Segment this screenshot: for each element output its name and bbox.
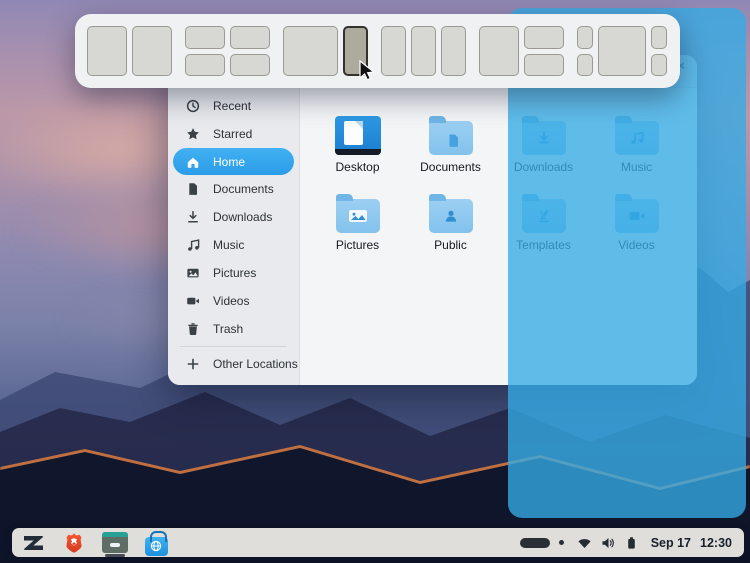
sidebar-item-other-locations[interactable]: Other Locations [168, 350, 299, 378]
software-store-button[interactable] [142, 529, 170, 557]
sidebar-item-label: Trash [213, 322, 244, 336]
tile-center-wide[interactable] [598, 26, 646, 76]
sidebar-item-label: Pictures [213, 266, 257, 280]
sidebar-item-label: Other Locations [213, 357, 298, 371]
tray-time: 12:30 [700, 535, 732, 550]
tile-left-top[interactable] [577, 26, 593, 49]
sidebar-item-music[interactable]: Music [168, 231, 299, 259]
document-icon [189, 183, 197, 195]
tile-right-bottom[interactable] [524, 53, 564, 76]
file-item-documents[interactable]: Documents [404, 105, 497, 183]
tile-main-left[interactable] [283, 26, 338, 76]
taskbar-apps [12, 529, 170, 557]
desktop-screen: × Recent Starred Home Documents Download… [0, 0, 750, 563]
sidebar-item-downloads[interactable]: Downloads [168, 203, 299, 231]
sidebar-item-label: Home [213, 154, 246, 169]
desktop-folder-icon [334, 116, 381, 155]
clock-icon [186, 99, 200, 113]
tile-left-half[interactable] [87, 26, 127, 76]
sidebar-item-label: Music [213, 238, 245, 252]
tile-left-half[interactable] [479, 26, 519, 76]
tile-col-2[interactable] [411, 26, 436, 76]
sidebar-item-label: Downloads [213, 210, 273, 224]
file-label: Pictures [335, 238, 380, 252]
sidebar-item-label: Documents [213, 182, 274, 196]
video-camera-icon [187, 297, 199, 305]
taskbar: Sep 17 12:30 [12, 528, 744, 557]
brave-browser-button[interactable] [60, 529, 88, 557]
tray-date: Sep 17 [650, 535, 692, 550]
pictures-folder-icon [335, 194, 380, 233]
sidebar-item-starred[interactable]: Starred [168, 120, 299, 148]
file-item-public[interactable]: Public [404, 183, 497, 261]
notification-dot-icon [558, 540, 564, 545]
download-icon [188, 210, 198, 223]
tile-right-bottom[interactable] [651, 53, 667, 76]
tile-right-top[interactable] [524, 26, 564, 49]
public-folder-icon [428, 194, 473, 233]
sidebar: Recent Starred Home Documents Downloads … [168, 88, 300, 385]
tile-bottom-right[interactable] [230, 53, 270, 76]
layout-split-two-columns[interactable] [87, 26, 172, 76]
tile-right-half[interactable] [132, 26, 172, 76]
wifi-icon[interactable] [577, 536, 592, 550]
sidebar-item-label: Recent [213, 99, 252, 113]
clock[interactable]: Sep 17 12:30 [651, 536, 732, 550]
file-label: Documents [420, 160, 481, 174]
file-item-desktop[interactable]: Desktop [311, 105, 404, 183]
sidebar-item-videos[interactable]: Videos [168, 287, 299, 315]
brave-browser-icon [66, 532, 82, 553]
sidebar-item-recent[interactable]: Recent [168, 92, 299, 120]
mouse-cursor [359, 60, 376, 81]
sidebar-item-home[interactable]: Home [173, 148, 294, 175]
volume-icon[interactable] [601, 536, 616, 550]
tile-top-left[interactable] [185, 26, 225, 49]
documents-folder-icon [428, 116, 473, 155]
layout-left-half-right-stacked[interactable] [479, 26, 564, 76]
sidebar-item-label: Videos [213, 294, 250, 308]
tile-col-3[interactable] [441, 26, 466, 76]
file-manager-icon [102, 532, 128, 553]
status-pill[interactable] [519, 537, 550, 548]
layout-three-columns[interactable] [381, 26, 466, 76]
battery-icon[interactable] [625, 536, 638, 550]
file-manager-button[interactable] [101, 529, 129, 557]
home-icon [187, 157, 199, 168]
zorin-logo-icon [24, 535, 43, 550]
tile-bottom-left[interactable] [185, 53, 225, 76]
tile-top-right[interactable] [230, 26, 270, 49]
sidebar-item-label: Starred [213, 127, 253, 141]
sidebar-separator [180, 346, 287, 347]
music-note-icon [188, 239, 200, 251]
sidebar-item-pictures[interactable]: Pictures [168, 259, 299, 287]
tile-left-bottom[interactable] [577, 53, 593, 76]
layout-center-wide-side-stacked[interactable] [577, 26, 667, 76]
tile-col-1[interactable] [381, 26, 406, 76]
layout-grid-four-quadrants[interactable] [185, 26, 270, 76]
plus-icon [187, 358, 199, 370]
image-icon [187, 268, 199, 278]
trash-icon [188, 323, 198, 335]
zorin-menu-button[interactable] [19, 529, 47, 557]
tile-right-top[interactable] [651, 26, 667, 49]
file-label: Desktop [335, 160, 380, 174]
file-item-pictures[interactable]: Pictures [311, 183, 404, 261]
sidebar-item-trash[interactable]: Trash [168, 315, 299, 343]
system-tray: Sep 17 12:30 [519, 536, 744, 550]
file-label: Public [434, 238, 467, 252]
star-icon [187, 128, 199, 140]
software-store-icon [144, 530, 168, 556]
sidebar-item-documents[interactable]: Documents [168, 175, 299, 203]
